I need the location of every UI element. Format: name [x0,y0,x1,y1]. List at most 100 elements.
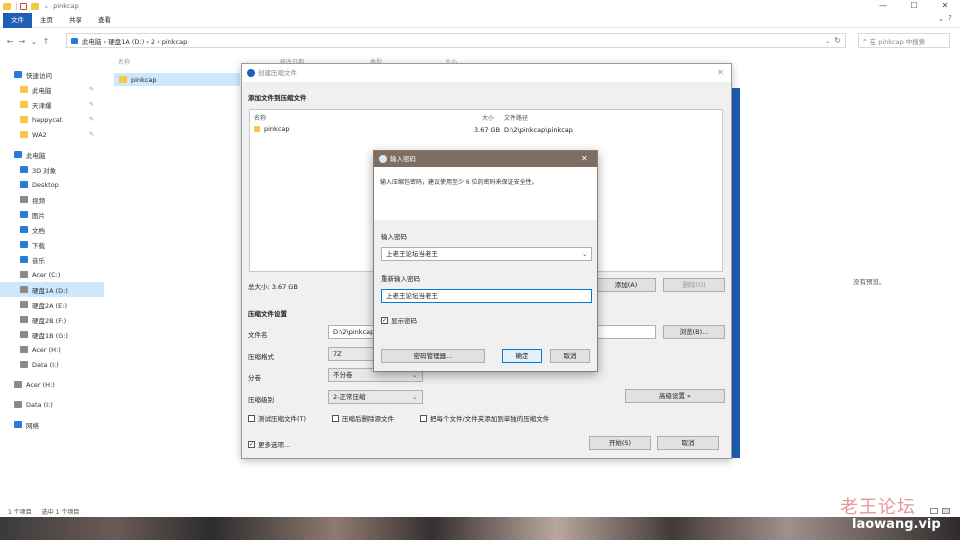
sidebar-item[interactable]: WA2 ✎ [0,127,104,142]
checkbox-unchecked[interactable] [332,414,339,422]
video-icon [20,196,28,203]
file-row[interactable]: pinkcap [254,125,290,133]
sidebar-item[interactable]: 硬盘1B (G:) [0,327,104,342]
sidebar-item[interactable]: happycat ✎ [0,112,104,127]
pin-icon: ✎ [88,86,94,93]
password-cancel-button[interactable]: 取消 [550,349,590,363]
sidebar-item[interactable]: Data (I:) [0,397,104,412]
up-button[interactable]: ↑ [40,37,52,46]
sidebar-item[interactable]: Desktop [0,177,104,192]
search-placeholder: 在 pinkcap 中搜索 [869,37,926,46]
sidebar-item[interactable]: Acer (C:) [0,267,104,282]
delete-source-option[interactable]: 压缩后删除源文件 [332,413,394,423]
split-value: 不分卷 [333,371,353,379]
large-icons-view-icon[interactable] [942,508,950,514]
ok-button[interactable]: 确定 [502,349,542,363]
details-view-icon[interactable] [930,508,938,514]
refresh-icon[interactable]: ↻ [834,36,841,45]
drive-icon [14,401,22,408]
sidebar-item[interactable]: 硬盘2B (F:) [0,312,104,327]
preview-pane-text: 没有预览。 [853,278,886,286]
split-label: 分卷 [248,374,261,382]
back-button[interactable]: ← [4,37,16,46]
list-header-size: 大小 [482,115,495,122]
test-archive-option[interactable]: 测试压缩文件(T) [248,413,306,423]
new-folder-icon[interactable] [31,2,40,10]
more-options-label: 更多选项... [258,441,291,449]
recent-locations-button[interactable]: ⌄ [28,37,40,46]
sidebar-item[interactable]: 文档 [0,222,104,237]
tab-file[interactable]: 文件 [3,12,32,28]
checkbox-unchecked[interactable] [248,414,255,422]
picture-icon [20,211,28,218]
sidebar-item[interactable]: Acer (H:) [0,342,104,357]
drive-icon [20,271,28,278]
file-row-name: pinkcap [264,125,290,133]
sidebar-item[interactable]: 硬盘2A (E:) [0,297,104,312]
sidebar-item[interactable]: 硬盘1A (D:) [0,282,104,297]
tab-share[interactable]: 共享 [61,13,90,28]
sidebar-item[interactable]: 下载 [0,237,104,252]
tab-home[interactable]: 主页 [32,13,61,28]
sidebar-item-label: 天津爆 [32,101,52,110]
tab-view[interactable]: 查看 [90,13,119,28]
show-password-option[interactable]: ✓ 显示密码 [381,315,417,325]
password-manager-button[interactable]: 密码管理器... [381,349,485,363]
dialog-close-button[interactable]: ✕ [717,64,724,82]
password-field[interactable]: 上老王论坛当老王 ⌄ [381,247,592,261]
sidebar-item[interactable]: 视频 [0,192,104,207]
chevron-down-icon[interactable]: ⌄ [582,248,587,260]
search-input[interactable]: ⌕ 在 pinkcap 中搜索 [858,33,950,48]
column-header-name[interactable]: 名称 [118,57,130,66]
password-close-button[interactable]: ✕ [581,151,588,167]
section-add-files: 添加文件到压缩文件 [248,94,307,102]
sidebar-item[interactable]: Data (I:) [0,357,104,372]
address-dropdown-icon[interactable]: ⌄ [825,37,830,45]
qat-dropdown-icon[interactable]: ⌄ [43,2,49,10]
properties-icon[interactable] [20,2,28,10]
add-button[interactable]: 添加(A) [596,278,656,292]
checkbox-unchecked[interactable] [420,414,427,422]
confirm-password-field[interactable]: 上老王论坛当老王 [381,289,592,303]
breadcrumb[interactable]: 此电脑 › 硬盘1A (D:) › 2 › pinkcap [82,36,187,46]
list-item[interactable]: pinkcap [114,73,240,86]
watermark-text: 老王论坛 [840,497,916,518]
sidebar-item[interactable]: Acer (H:) [0,377,104,392]
separate-archives-option[interactable]: 把每个文件/文件夹添加到单独的压缩文件 [420,413,549,423]
download-icon [20,241,28,248]
archive-cancel-button[interactable]: 取消 [657,436,719,450]
level-label: 压缩级别 [248,396,274,404]
start-button[interactable]: 开始(S) [589,436,651,450]
forward-button[interactable]: → [16,37,28,46]
sidebar-item[interactable]: 此电脑 [0,147,104,162]
checkbox-checked[interactable]: ✓ [248,440,255,448]
sidebar-item[interactable]: 天津爆 ✎ [0,97,104,112]
more-options-toggle[interactable]: ✓ 更多选项... [248,439,290,449]
remove-button[interactable]: 删除(D) [663,278,725,292]
sidebar-item[interactable]: 图片 [0,207,104,222]
dialog-title: 创建压缩文件 [258,69,297,77]
list-header-name: 名称 [254,115,267,122]
browse-button[interactable]: 浏览(B)... [663,325,725,339]
minimize-button[interactable]: — [868,0,898,13]
sidebar-item[interactable]: 快速访问 [0,67,104,82]
close-button[interactable]: ✕ [930,0,960,13]
checkbox-checked[interactable]: ✓ [381,316,388,324]
sidebar-item-label: 图片 [32,211,45,220]
level-value: 2-正常压缩 [333,393,366,401]
help-icon[interactable]: ? [948,14,952,22]
address-box[interactable]: 此电脑 › 硬盘1A (D:) › 2 › pinkcap ⌄ ↻ [66,33,846,48]
pin-icon: ✎ [88,131,94,138]
sidebar-item[interactable]: 此电脑 ✎ [0,82,104,97]
search-icon: ⌕ [863,36,867,44]
maximize-button[interactable]: ☐ [899,0,929,13]
ribbon-expand-icon[interactable]: ⌄ [938,15,944,23]
level-select[interactable]: 2-正常压缩 ⌄ [328,390,423,404]
sidebar-item-label: 文档 [32,226,45,235]
password-hint-area: 输入压缩包密码，建议使用至少 6 位的密码来保证安全性。 [374,167,597,220]
sidebar-item[interactable]: 音乐 [0,252,104,267]
sidebar-item[interactable]: 3D 对象 [0,162,104,177]
sidebar-item[interactable]: 网络 [0,417,104,432]
advanced-settings-button[interactable]: 高级设置 » [625,389,725,403]
sidebar-item-label: 此电脑 [26,151,46,160]
